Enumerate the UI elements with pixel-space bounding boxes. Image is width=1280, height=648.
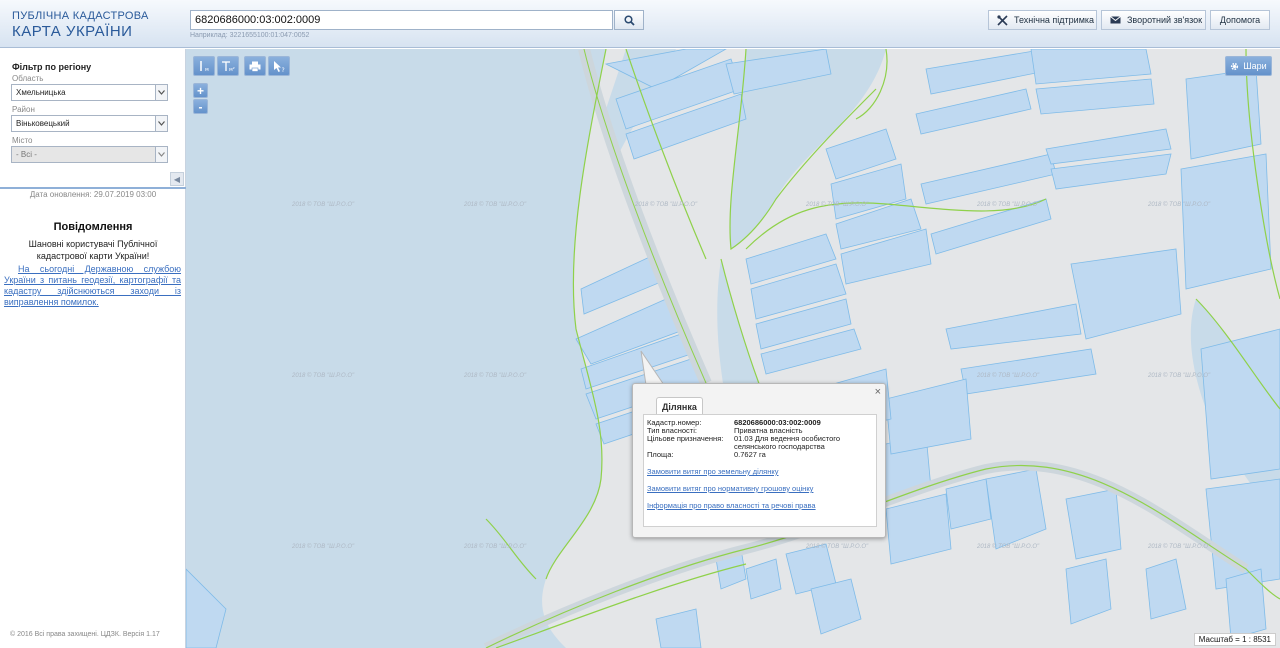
district-label: Район [12,105,35,114]
map-watermark: 2018 © ТОВ "Ш.Р.О.О" [977,202,1040,208]
city-label: Місто [12,136,33,145]
tech-support-button[interactable]: Технічна підтримка [988,10,1097,30]
map-watermark: 2018 © ТОВ "Ш.Р.О.О" [464,544,527,550]
map-watermark: 2018 © ТОВ "Ш.Р.О.О" [292,373,355,379]
area-value: 0.7627 га [734,450,766,459]
help-button[interactable]: Допомога [1210,10,1270,30]
filter-title: Фільтр по регіону [12,62,92,72]
map-watermark: 2018 © ТОВ "Ш.Р.О.О" [292,544,355,550]
update-date: Дата оновлення: 29.07.2019 03:00 [29,190,157,199]
divider [0,187,186,189]
map-watermark: 2018 © ТОВ "Ш.Р.О.О" [977,373,1040,379]
region-select[interactable]: Хмельницька [11,84,168,101]
search-input[interactable] [190,10,613,30]
identify-button[interactable]: ? [268,56,290,76]
chevron-down-icon [155,147,167,162]
map-watermark: 2018 © ТОВ "Ш.Р.О.О" [806,544,869,550]
order-valuation-extract-link[interactable]: Замовити витяг про нормативну грошову оц… [647,484,813,493]
envelope-icon [1110,16,1121,24]
svg-text:м²: м² [229,67,235,72]
notice-title: Повідомлення [53,221,133,233]
feedback-button[interactable]: Зворотний зв'язок [1101,10,1206,30]
city-select: - Всі - [11,146,168,163]
purpose-value: 01.03 Для ведення особистого селянського… [734,434,841,451]
tab-parcel[interactable]: Ділянка [656,397,703,415]
map-watermark: 2018 © ТОВ "Ш.Р.О.О" [977,544,1040,550]
map-watermark: 2018 © ТОВ "Ш.Р.О.О" [464,202,527,208]
map-canvas[interactable] [186,49,1280,648]
zoom-in-button[interactable]: + [193,83,208,98]
logo[interactable]: ПУБЛІЧНА КАДАСТРОВА КАРТА УКРАЇНИ [12,10,149,40]
copyright-footer: © 2016 Всі права захищені. ЦДЗК. Версія … [10,631,160,638]
measure-distance-button[interactable]: м [193,56,215,76]
region-value: Хмельницька [16,88,66,97]
sidebar: Фільтр по регіону Область Хмельницька Ра… [0,49,186,648]
ownership-info-link[interactable]: Інформація про право власності та речові… [647,501,816,510]
area-key: Площа: [647,450,674,459]
map-watermark: 2018 © ТОВ "Ш.Р.О.О" [806,202,869,208]
tech-support-label: Технічна підтримка [1014,15,1095,25]
close-icon[interactable]: × [875,386,881,398]
water-area [186,49,606,648]
help-label: Допомога [1219,15,1261,25]
logo-line2: КАРТА УКРАЇНИ [12,23,133,40]
region-label: Область [12,74,44,83]
measure-area-button[interactable]: м² [217,56,239,76]
parcel-info-popup: × Ділянка Кадастр.номер: 6820686000:03:0… [632,383,886,538]
layers-button[interactable]: Шари [1225,56,1272,76]
map-watermark: 2018 © ТОВ "Ш.Р.О.О" [1148,202,1211,208]
zoom-out-button[interactable]: - [193,99,208,114]
search-icon [623,14,635,26]
map-watermark: 2018 © ТОВ "Ш.Р.О.О" [1148,373,1211,379]
print-button[interactable] [244,56,266,76]
gear-icon [1230,62,1239,71]
tools-icon [997,14,1008,26]
search-area: Наприклад: 3221655100:01:047:0052 [190,10,644,39]
area-icon: м² [221,60,235,72]
chevron-down-icon [155,85,167,100]
map-scale: Масштаб = 1 : 8531 [1193,633,1276,646]
district-select[interactable]: Віньковецький [11,115,168,132]
region-filter: Фільтр по регіону Область Хмельницька Ра… [0,49,185,187]
svg-text:м: м [205,67,209,72]
cursor-question-icon: ? [273,60,286,73]
city-value: - Всі - [16,150,37,159]
order-parcel-extract-link[interactable]: Замовити витяг про земельну ділянку [647,467,779,476]
chevron-left-icon: ◀ [173,174,181,184]
district-value: Віньковецький [16,119,70,128]
notice-link[interactable]: На сьогодні Державною службою України з … [4,264,181,308]
svg-text:?: ? [281,67,284,73]
map-viewport[interactable]: 2018 © ТОВ "Ш.Р.О.О" 2018 © ТОВ "Ш.Р.О.О… [186,49,1280,648]
feedback-label: Зворотний зв'язок [1127,15,1203,25]
logo-line1: ПУБЛІЧНА КАДАСТРОВА [12,10,149,22]
notice-greeting: Шановні користувачі Публічної кадастрово… [28,239,158,261]
search-button[interactable] [614,10,644,30]
map-watermark: 2018 © ТОВ "Ш.Р.О.О" [292,202,355,208]
map-watermark: 2018 © ТОВ "Ш.Р.О.О" [1148,544,1211,550]
printer-icon [249,61,261,72]
header: ПУБЛІЧНА КАДАСТРОВА КАРТА УКРАЇНИ Наприк… [0,0,1280,48]
purpose-key: Цільове призначення: [647,434,724,443]
map-watermark: 2018 © ТОВ "Ш.Р.О.О" [464,373,527,379]
collapse-sidebar-button[interactable]: ◀ [170,172,184,186]
map-watermark: 2018 © ТОВ "Ш.Р.О.О" [635,202,698,208]
chevron-down-icon [155,116,167,131]
ruler-icon: м [197,60,211,72]
popup-body: Кадастр.номер: 6820686000:03:002:0009 Ти… [643,414,877,527]
layers-label: Шари [1243,61,1267,71]
search-hint: Наприклад: 3221655100:01:047:0052 [190,32,310,39]
